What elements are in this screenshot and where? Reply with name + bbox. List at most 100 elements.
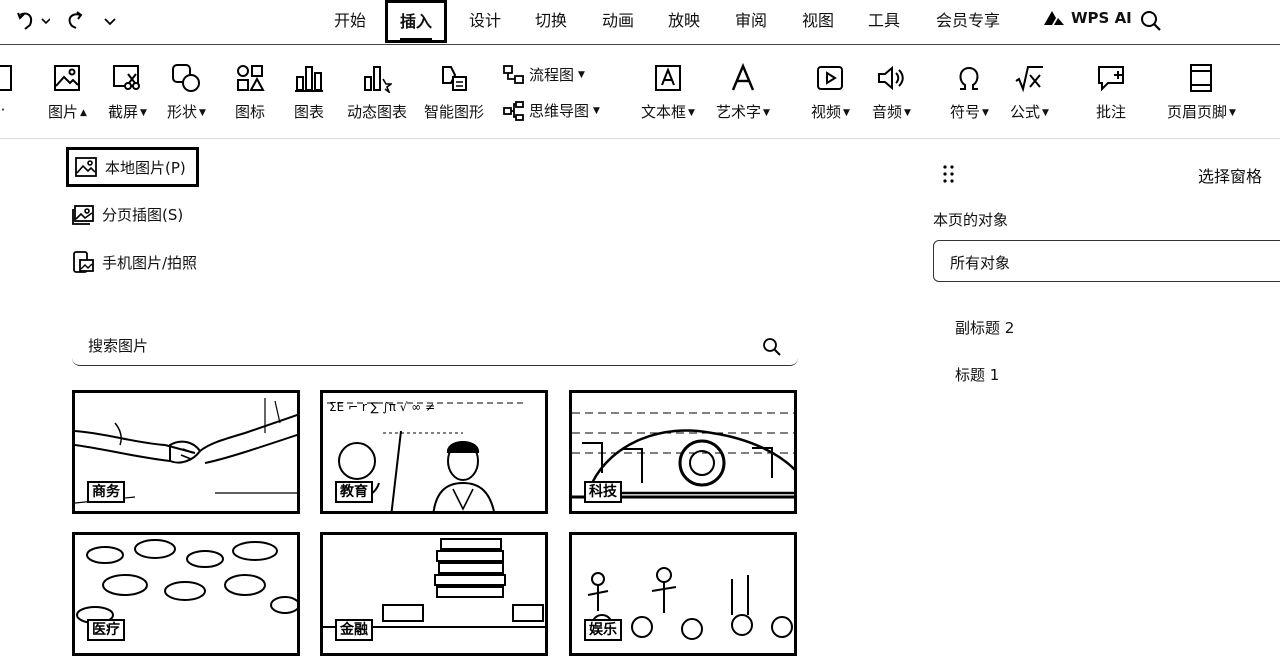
ribbon-toolbar: · 图片 ▲ 截屏 ▼ 形状 ▼ 图标 图表 动态图表 智能图形 流程图 ▼ 思… [0, 45, 1280, 140]
active-tab-underline [400, 38, 433, 40]
chart-button[interactable]: 图表 [294, 63, 324, 122]
mindmap-label: 思维导图 [529, 102, 590, 120]
tab-slideshow[interactable]: 放映 [668, 10, 700, 32]
scissors-icon [112, 63, 142, 93]
local-picture-option[interactable]: 本地图片(P) [66, 147, 199, 187]
chevron-down-icon: ▼ [688, 108, 695, 118]
object-item-title[interactable]: 标题 1 [955, 364, 999, 385]
paged-illustration-label: 分页插图(S) [102, 206, 184, 224]
smart-graphic-button[interactable]: 智能图形 [424, 63, 484, 122]
flowchart-button[interactable]: 流程图 ▼ [503, 64, 585, 85]
chevron-down-icon: ▼ [578, 69, 585, 80]
tab-transition[interactable]: 切换 [535, 10, 567, 32]
category-tag: 教育 [335, 481, 373, 503]
picture-category-medical[interactable]: 医疗 [72, 532, 300, 656]
icon-library-button[interactable]: 图标 [235, 63, 265, 122]
dynamic-chart-button[interactable]: 动态图表 [347, 63, 407, 122]
tab-tools[interactable]: 工具 [868, 10, 900, 32]
category-tag: 商务 [87, 481, 125, 503]
chevron-down-icon: ▼ [1042, 108, 1049, 118]
tab-review[interactable]: 审阅 [735, 10, 767, 32]
mobile-photo-icon [73, 251, 94, 273]
chevron-down-icon: ▼ [593, 105, 600, 116]
smart-graphic-label: 智能图形 [424, 103, 485, 121]
video-icon [815, 63, 845, 93]
tab-animation[interactable]: 动画 [602, 10, 634, 32]
icon-grid-icon [235, 63, 265, 93]
picture-icon [52, 63, 82, 93]
wordart-icon [728, 63, 758, 93]
audio-button[interactable]: 音频 ▼ [872, 63, 911, 122]
header-footer-label: 页眉页脚 [1167, 103, 1228, 121]
mobile-photo-option[interactable]: 手机图片/拍照 [72, 251, 197, 273]
undo-button[interactable] [14, 9, 50, 33]
formula-icon [1014, 63, 1044, 93]
redo-button[interactable] [64, 9, 88, 33]
tab-member[interactable]: 会员专享 [936, 10, 1000, 32]
shape-button[interactable]: 形状 ▼ [167, 63, 206, 122]
wps-ai-logo-icon [1044, 11, 1064, 25]
textbox-label: 文本框 [641, 103, 687, 121]
search-icon[interactable] [762, 337, 782, 361]
picture-category-education[interactable]: ΣE ⌐ r ∑ ∫π √ ∞ ≠ 教育 [320, 390, 548, 514]
tab-design[interactable]: 设计 [469, 10, 501, 32]
picture-category-entertainment[interactable]: 娱乐 [569, 532, 797, 656]
chevron-down-icon: ▼ [1229, 108, 1236, 118]
chevron-up-icon: ▲ [80, 108, 87, 118]
chevron-down-icon: ▼ [843, 108, 850, 118]
comment-button[interactable]: 批注 [1096, 63, 1126, 122]
symbol-button[interactable]: 符号 ▼ [950, 63, 989, 122]
object-item-subtitle[interactable]: 副标题 2 [955, 317, 1014, 338]
icon-library-label: 图标 [235, 103, 266, 121]
comment-label: 批注 [1096, 103, 1127, 121]
dynamic-chart-icon [362, 63, 392, 93]
video-label: 视频 [811, 103, 842, 121]
tab-insert-label: 插入 [400, 12, 433, 31]
local-picture-icon [75, 157, 97, 177]
screenshot-button[interactable]: 截屏 ▼ [108, 63, 147, 122]
shape-icon [171, 63, 201, 93]
dynamic-chart-label: 动态图表 [347, 103, 408, 121]
paged-illustration-icon [72, 204, 94, 225]
object-filter-value: 所有对象 [950, 254, 1011, 272]
header-footer-button[interactable]: 页眉页脚 ▼ [1167, 63, 1236, 122]
chevron-down-icon [104, 18, 116, 26]
category-tag: 娱乐 [584, 619, 622, 641]
tab-insert[interactable]: 插入 [385, 0, 448, 43]
smart-graphic-icon [439, 63, 469, 93]
paged-illustration-option[interactable]: 分页插图(S) [72, 204, 183, 225]
picture-category-finance[interactable]: 金融 [320, 532, 548, 656]
wordart-label: 艺术字 [716, 103, 762, 121]
wordart-button[interactable]: 艺术字 ▼ [716, 63, 770, 122]
wps-ai-button[interactable]: WPS AI [1043, 9, 1132, 27]
redo-icon [68, 11, 83, 29]
audio-label: 音频 [872, 103, 903, 121]
chevron-down-icon: ▼ [140, 108, 147, 118]
chevron-down-icon: ▼ [982, 108, 989, 118]
video-button[interactable]: 视频 ▼ [811, 63, 850, 122]
category-tag: 科技 [584, 481, 622, 503]
picture-label: 图片 [48, 103, 79, 121]
header-footer-icon [1186, 63, 1216, 93]
ribbon-partial-button[interactable]: · [0, 63, 18, 119]
tab-home[interactable]: 开始 [334, 10, 366, 32]
picture-category-business[interactable]: 商务 [72, 390, 300, 514]
drag-handle-icon[interactable] [942, 164, 956, 188]
symbol-label: 符号 [950, 103, 981, 121]
picture-search-input[interactable] [86, 336, 730, 356]
tab-view[interactable]: 视图 [802, 10, 834, 32]
search-button[interactable] [1140, 10, 1162, 36]
undo-icon [17, 12, 50, 30]
screenshot-label: 截屏 [108, 103, 139, 121]
comment-icon [1096, 63, 1126, 93]
textbox-button[interactable]: 文本框 ▼ [641, 63, 695, 122]
quick-access-more-button[interactable] [102, 9, 118, 33]
page-objects-label: 本页的对象 [933, 211, 1009, 229]
category-tag: 医疗 [87, 619, 125, 641]
mindmap-button[interactable]: 思维导图 ▼ [503, 100, 600, 121]
formula-button[interactable]: 公式 ▼ [1010, 63, 1049, 122]
ribbon-divider [0, 138, 1280, 139]
picture-category-technology[interactable]: 科技 [569, 390, 797, 514]
object-filter-select[interactable]: 所有对象 [933, 240, 1280, 282]
picture-button[interactable]: 图片 ▲ [48, 63, 87, 122]
